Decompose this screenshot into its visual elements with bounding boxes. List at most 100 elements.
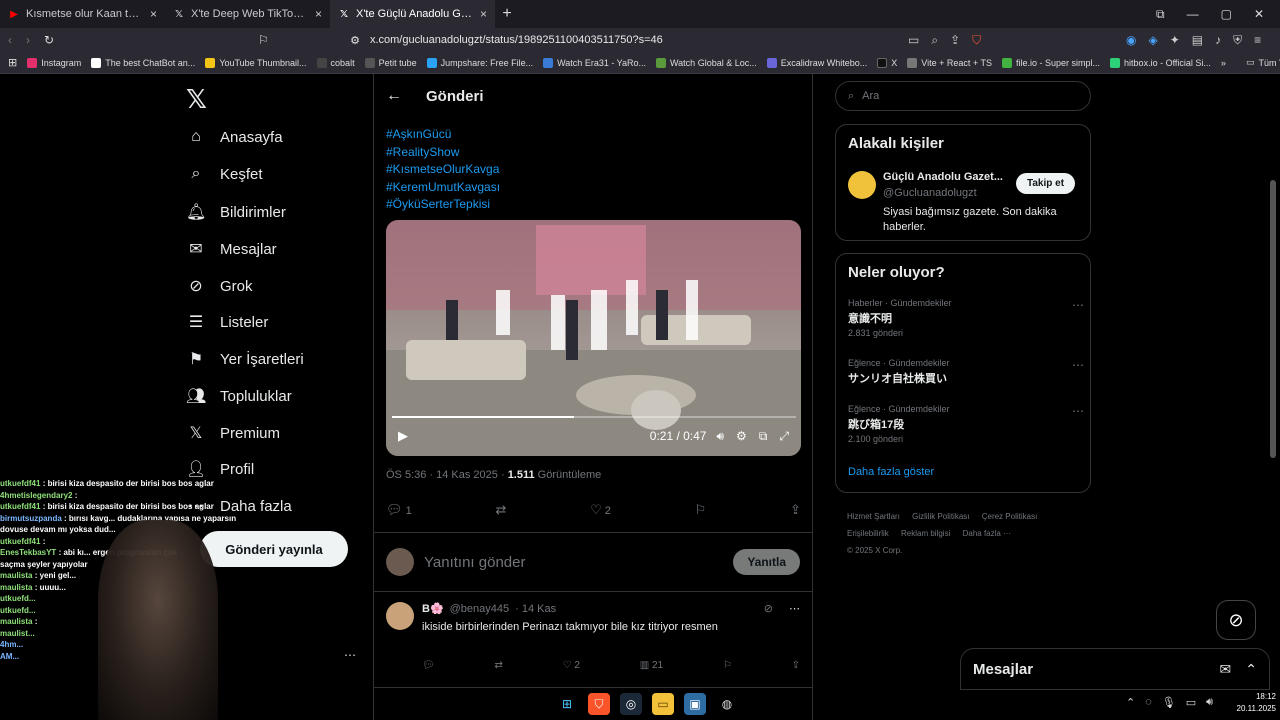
expand-icon[interactable]: ⌃	[1245, 661, 1257, 678]
grok-icon[interactable]: ⊘	[764, 602, 773, 615]
bookmark-item[interactable]: hitbox.io - Official Si...	[1110, 57, 1211, 68]
repost-action[interactable]: ⇄	[495, 502, 506, 518]
settings-icon[interactable]: ⚙	[736, 429, 747, 443]
play-icon[interactable]: ▶	[398, 428, 408, 444]
browser-tab-1[interactable]: ▶ Kısmetse olur Kaan tanıtım videosu ×	[0, 0, 165, 28]
reply-button[interactable]: Yanıtla	[733, 549, 800, 575]
more-icon[interactable]: ⋯	[1072, 358, 1084, 372]
avatar[interactable]	[848, 171, 876, 199]
person-handle[interactable]: @Gucluanadolugzt	[883, 187, 977, 199]
more-icon[interactable]: ⋯	[1072, 404, 1084, 418]
windows-start-icon[interactable]: ⊞	[556, 693, 578, 715]
bookmark-action[interactable]: ⚐	[695, 502, 707, 518]
brave-browser-icon[interactable]: ⛉	[588, 693, 610, 715]
show-more-link[interactable]: Daha fazla göster	[848, 466, 934, 478]
bookmark-item[interactable]: cobalt	[316, 57, 355, 68]
bookmark-item[interactable]: YouTube Thumbnail...	[205, 57, 307, 68]
steam-icon[interactable]: ◎	[620, 693, 642, 715]
reply-action[interactable]: 💬︎ 1	[386, 502, 412, 518]
share-icon[interactable]: ⇪	[792, 660, 800, 671]
hashtag-link[interactable]: #ÖyküSerterTepkisi	[386, 196, 500, 214]
nav-item-premium[interactable]: 𝕏 Premium	[186, 423, 280, 443]
bookmark-page-icon[interactable]: ⚐	[258, 33, 269, 47]
display-icon[interactable]: ▭	[1186, 696, 1196, 709]
share-action[interactable]: ⇪	[790, 502, 801, 518]
new-tab-button[interactable]: +	[495, 5, 519, 23]
follow-button[interactable]: Takip et	[1016, 173, 1076, 194]
more-icon[interactable]: ⋯	[1072, 298, 1084, 312]
all-bookmarks[interactable]: »▭Tüm Yer İşaretleri	[1221, 57, 1280, 68]
grok-button[interactable]: ⊘	[1216, 600, 1256, 640]
post-timestamp[interactable]: ÖS 5:36 · 14 Kas 2025 ·	[386, 469, 508, 481]
forward-icon[interactable]: ›	[26, 33, 30, 47]
new-message-icon[interactable]: ✉	[1220, 661, 1232, 678]
maximize-icon[interactable]: ▢	[1221, 7, 1232, 22]
minimize-icon[interactable]: —	[1187, 7, 1199, 22]
bookmark-item[interactable]: Watch Global & Loc...	[656, 57, 757, 68]
hashtag-link[interactable]: #KeremUmutKavgası	[386, 179, 500, 197]
share-icon[interactable]: ⇪	[950, 33, 960, 48]
close-window-icon[interactable]: ✕	[1254, 7, 1264, 22]
puzzle-icon[interactable]: ✦	[1170, 33, 1180, 48]
bookmark-item[interactable]: Petit tube	[364, 57, 417, 68]
more-icon[interactable]: ⋯	[344, 648, 356, 662]
reply-author-name[interactable]: B🌸	[422, 602, 444, 615]
nav-item-notifications[interactable]: 🔔︎ Bildirimler	[186, 202, 286, 222]
footer-link[interactable]: Hizmet Şartları	[847, 512, 900, 521]
bookmark-item[interactable]: Watch Era31 - YaRo...	[543, 57, 646, 68]
pip-icon[interactable]: ⧉	[759, 429, 768, 444]
reply-icon[interactable]: 💬︎	[422, 660, 435, 671]
obs-icon[interactable]: ◍	[716, 693, 738, 715]
bookmark-icon[interactable]: ⚐	[723, 660, 732, 671]
bookmark-item[interactable]: X	[877, 57, 897, 68]
footer-link[interactable]: Daha fazla ···	[963, 529, 1011, 538]
taskbar-clock[interactable]: 18:12 20.11.2025	[1224, 691, 1276, 715]
like-action[interactable]: ♡ 2	[590, 502, 611, 518]
reply-author-handle[interactable]: @benay445	[450, 603, 510, 615]
reply-input[interactable]: Yanıtını gönder	[424, 554, 723, 571]
volume-icon[interactable]: 🔊︎	[716, 429, 724, 444]
bookmark-item[interactable]: The best ChatBot an...	[91, 57, 195, 68]
video-player[interactable]: ▶ 0:21 / 0:47 🔊︎ ⚙ ⧉ ⤢	[386, 220, 801, 456]
nav-item-messages[interactable]: ✉ Mesajlar	[186, 239, 276, 259]
menu-icon[interactable]: ≡	[1254, 33, 1261, 48]
browser-tab-2[interactable]: 𝕏 X'te Deep Web TikTok: "Yılın çifti: er…	[165, 0, 330, 28]
reply-item[interactable]: B🌸 @benay445 · 14 Kas ⊘ ⋯ ikiside birbir…	[374, 592, 812, 688]
nav-item-profile[interactable]: 👤︎ Profil	[186, 459, 254, 479]
hashtag-link[interactable]: #KısmetseOlurKavga	[386, 161, 500, 179]
app-icon[interactable]: ▣	[684, 693, 706, 715]
chevron-up-icon[interactable]: ⌃	[1126, 696, 1135, 709]
bookmark-item[interactable]: Vite + React + TS	[907, 57, 992, 68]
footer-link[interactable]: Reklam bilgisi	[901, 529, 950, 538]
trend-item[interactable]: Haberler · Gündemdekiler 意識不明 2.831 gönd…	[848, 298, 1084, 338]
search-input[interactable]: ⌕ Ara	[835, 81, 1091, 111]
fullscreen-icon[interactable]: ⤢	[779, 429, 789, 444]
nav-item-communities[interactable]: 👥︎ Topluluklar	[186, 386, 292, 406]
sidebar-icon[interactable]: ▤	[1192, 33, 1203, 48]
extension-icon[interactable]: ◉	[1126, 33, 1136, 48]
cast-icon[interactable]: ▭	[908, 33, 919, 48]
bookmark-item[interactable]: Jumpshare: Free File...	[426, 57, 533, 68]
nav-item-lists[interactable]: ☰ Listeler	[186, 312, 269, 332]
file-explorer-icon[interactable]: ▭	[652, 693, 674, 715]
reload-icon[interactable]: ↻	[44, 33, 54, 47]
trend-item[interactable]: Eğlence · Gündemdekiler サンリオ自社株買い ⋯	[848, 358, 1084, 386]
reply-date[interactable]: · 14 Kas	[515, 603, 556, 615]
site-info-icon[interactable]: ⚙	[350, 34, 360, 47]
music-icon[interactable]: ♪	[1215, 33, 1221, 48]
bookmark-item[interactable]: Instagram	[27, 57, 81, 68]
hashtag-link[interactable]: #RealityShow	[386, 144, 500, 162]
bookmark-item[interactable]: Excalidraw Whitebo...	[766, 57, 867, 68]
nav-item-grok[interactable]: ⊘ Grok	[186, 276, 252, 296]
footer-link[interactable]: Çerez Politikası	[982, 512, 1038, 521]
close-icon[interactable]: ×	[315, 7, 322, 21]
back-arrow-icon[interactable]: ←	[386, 87, 402, 105]
like-action[interactable]: ♡ 2	[563, 660, 580, 671]
mic-icon[interactable]: 🎙︎	[1162, 696, 1176, 709]
footer-link[interactable]: Erişilebilirlik	[847, 529, 889, 538]
person-name[interactable]: Güçlü Anadolu Gazet...	[883, 171, 1003, 183]
vpn-icon[interactable]: ⛨	[1233, 33, 1242, 48]
nav-item-explore[interactable]: ⌕ Keşfet	[186, 165, 263, 183]
page-scrollbar[interactable]	[1270, 180, 1276, 458]
address-bar[interactable]: ⚙ x.com/gucluanadolugzt/status/198925110…	[288, 34, 1008, 47]
